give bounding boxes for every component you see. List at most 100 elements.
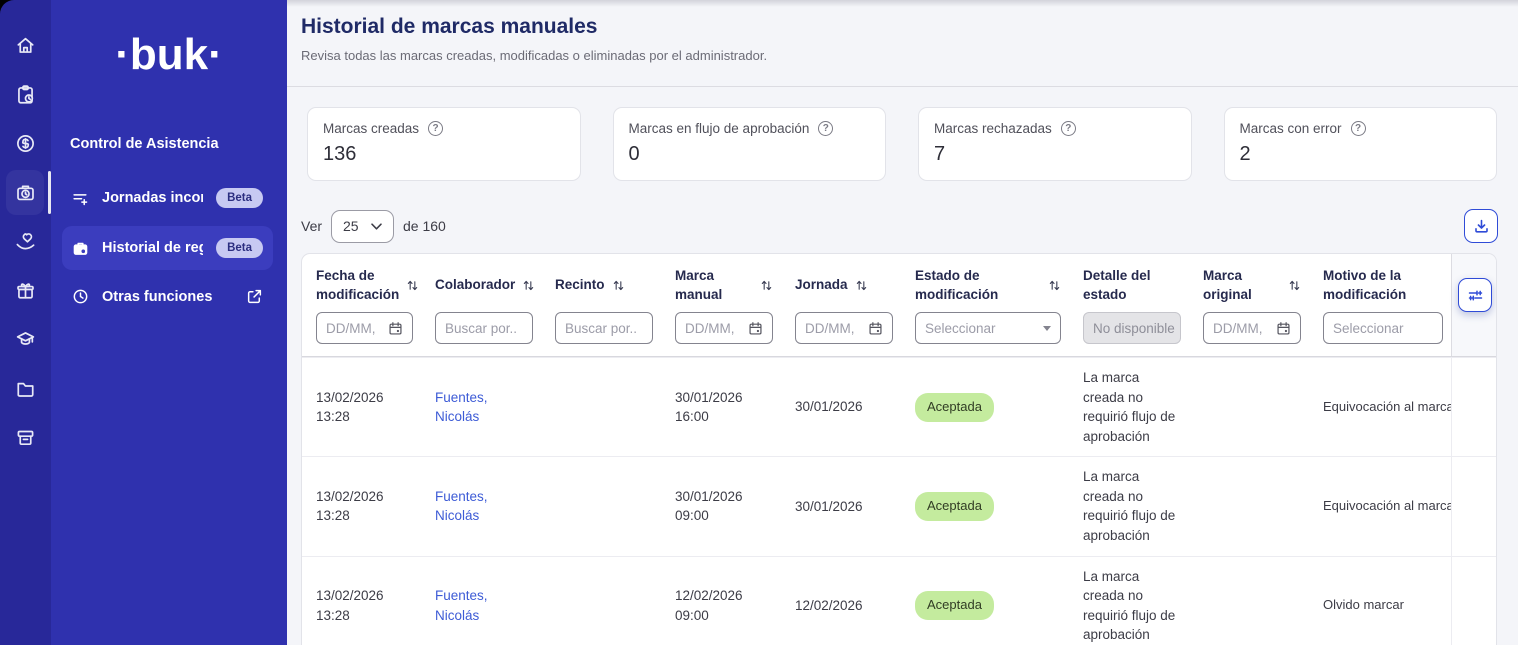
column-label: Fecha de modificación xyxy=(316,267,399,303)
stats-row: Marcas creadas? 136 Marcas en flujo de a… xyxy=(307,107,1497,181)
sort-icon[interactable] xyxy=(612,279,625,292)
cell-actions xyxy=(1451,358,1497,456)
briefcase-clock-icon xyxy=(15,182,36,203)
stat-card-marcas-en-flujo: Marcas en flujo de aprobación? 0 xyxy=(613,107,887,181)
cell-marca-manual: 12/02/202609:00 xyxy=(661,557,781,645)
stat-value: 2 xyxy=(1240,143,1482,166)
help-icon[interactable]: ? xyxy=(818,121,833,136)
filter-colaborador[interactable]: Buscar por.. xyxy=(435,312,533,344)
stat-value: 7 xyxy=(934,143,1176,166)
external-link-icon xyxy=(246,288,263,305)
graduation-cap-icon xyxy=(15,329,36,350)
help-icon[interactable]: ? xyxy=(1061,121,1076,136)
sidebar-item-label: Historial de regi... xyxy=(102,240,203,256)
filter-placeholder: Buscar por.. xyxy=(445,321,517,336)
sort-icon[interactable] xyxy=(1288,279,1301,292)
status-badge: Aceptada xyxy=(915,492,994,521)
rail-tasks[interactable] xyxy=(0,70,51,119)
cell-marca-manual: 30/01/202616:00 xyxy=(661,358,781,456)
stat-value: 0 xyxy=(629,143,871,166)
help-icon[interactable]: ? xyxy=(428,121,443,136)
sidebar-item-jornadas-incompletas[interactable]: Jornadas incomp... Beta xyxy=(62,178,273,218)
filter-placeholder: No disponible xyxy=(1093,321,1175,336)
filter-motivo-modificacion[interactable]: Seleccionar xyxy=(1323,312,1443,344)
column-label: Colaborador xyxy=(435,276,515,294)
rail-archive[interactable] xyxy=(0,413,51,462)
column-label: Detalle del estado xyxy=(1083,267,1181,303)
sort-icon[interactable] xyxy=(855,279,868,292)
filter-recinto[interactable]: Buscar por.. xyxy=(555,312,653,344)
cell-jornada: 12/02/2026 xyxy=(781,557,901,645)
cell-colaborador[interactable]: Fuentes, Nicolás xyxy=(421,557,541,645)
briefcase-clock-icon xyxy=(72,240,89,257)
cell-recinto xyxy=(541,358,661,456)
cell-motivo: Olvido marcar xyxy=(1309,557,1451,645)
page-size-select[interactable]: 25 xyxy=(331,210,394,243)
filter-fecha-modificacion[interactable]: DD/MM, xyxy=(316,312,413,344)
filter-placeholder: Seleccionar xyxy=(1333,321,1404,336)
column-label: Marca original xyxy=(1203,267,1281,303)
sidebar-item-label: Jornadas incomp... xyxy=(102,190,203,206)
stat-label: Marcas con error xyxy=(1240,121,1342,136)
chevron-down-icon xyxy=(371,223,382,230)
filter-estado-modificacion[interactable]: Seleccionar xyxy=(915,312,1061,344)
column-header-recinto[interactable]: Recinto Buscar por.. xyxy=(541,254,661,356)
rail-home[interactable] xyxy=(0,21,51,70)
filter-jornada[interactable]: DD/MM, xyxy=(795,312,893,344)
cell-marca-original xyxy=(1189,557,1309,645)
table-row[interactable]: 13/02/202613:28 Fuentes, Nicolás 30/01/2… xyxy=(302,456,1496,555)
column-header-marca-manual[interactable]: Marca manual DD/MM, xyxy=(661,254,781,356)
gift-icon xyxy=(15,280,36,301)
page-header: Historial de marcas manuales Revisa toda… xyxy=(287,0,1518,87)
download-button[interactable] xyxy=(1464,209,1498,243)
filter-marca-manual[interactable]: DD/MM, xyxy=(675,312,773,344)
cell-recinto xyxy=(541,557,661,645)
cell-colaborador[interactable]: Fuentes, Nicolás xyxy=(421,457,541,555)
buk-logo: ·buk· xyxy=(51,30,287,80)
rail-attendance[interactable] xyxy=(0,168,51,217)
sidebar-item-historial-registros[interactable]: Historial de regi... Beta xyxy=(62,226,273,270)
cell-marca-original xyxy=(1189,358,1309,456)
calendar-icon xyxy=(868,321,883,336)
column-label: Estado de modificación xyxy=(915,267,1025,303)
column-header-jornada[interactable]: Jornada DD/MM, xyxy=(781,254,901,356)
column-header-motivo-modificacion: Motivo de la modificación Seleccionar xyxy=(1309,254,1451,356)
column-header-detalle-estado: Detalle del estado No disponible xyxy=(1069,254,1189,356)
rail-documents[interactable] xyxy=(0,364,51,413)
column-header-estado-modificacion[interactable]: Estado de modificación Seleccionar xyxy=(901,254,1069,356)
help-icon[interactable]: ? xyxy=(1351,121,1366,136)
filter-marca-original[interactable]: DD/MM, xyxy=(1203,312,1301,344)
cell-detalle: La marca creada no requirió flujo de apr… xyxy=(1069,557,1189,645)
cell-colaborador[interactable]: Fuentes, Nicolás xyxy=(421,358,541,456)
column-header-marca-original[interactable]: Marca original DD/MM, xyxy=(1189,254,1309,356)
table-row[interactable]: 13/02/202613:28 Fuentes, Nicolás 30/01/2… xyxy=(302,357,1496,456)
rail-gifts[interactable] xyxy=(0,266,51,315)
sort-icon[interactable] xyxy=(406,279,419,292)
cell-detalle: La marca creada no requirió flujo de apr… xyxy=(1069,457,1189,555)
caret-down-icon xyxy=(1043,326,1051,331)
filter-placeholder: DD/MM, xyxy=(1213,321,1263,336)
total-count: de 160 xyxy=(403,218,446,234)
rail-payments[interactable] xyxy=(0,119,51,168)
sort-icon[interactable] xyxy=(760,279,773,292)
page-size-prefix: Ver xyxy=(301,218,322,234)
list-plus-icon xyxy=(72,190,89,207)
column-header-fecha-modificacion[interactable]: Fecha de modificación DD/MM, xyxy=(302,254,421,356)
table-row[interactable]: 13/02/202613:28 Fuentes, Nicolás 12/02/2… xyxy=(302,556,1496,645)
column-settings-button[interactable] xyxy=(1458,278,1492,312)
clipboard-clock-icon xyxy=(15,84,36,105)
column-header-colaborador[interactable]: Colaborador Buscar por.. xyxy=(421,254,541,356)
clock-icon xyxy=(72,288,89,305)
cell-fecha-modificacion: 13/02/202613:28 xyxy=(302,457,421,555)
sidebar-item-otras-funciones[interactable]: Otras funciones xyxy=(62,278,273,315)
cell-detalle: La marca creada no requirió flujo de apr… xyxy=(1069,358,1189,456)
rail-benefits[interactable] xyxy=(0,217,51,266)
rail-training[interactable] xyxy=(0,315,51,364)
cell-actions xyxy=(1451,557,1497,645)
calendar-icon xyxy=(1276,321,1291,336)
sort-icon[interactable] xyxy=(522,279,535,292)
stat-label: Marcas creadas xyxy=(323,121,419,136)
sort-icon[interactable] xyxy=(1048,279,1061,292)
stat-label: Marcas rechazadas xyxy=(934,121,1052,136)
cell-jornada: 30/01/2026 xyxy=(781,358,901,456)
